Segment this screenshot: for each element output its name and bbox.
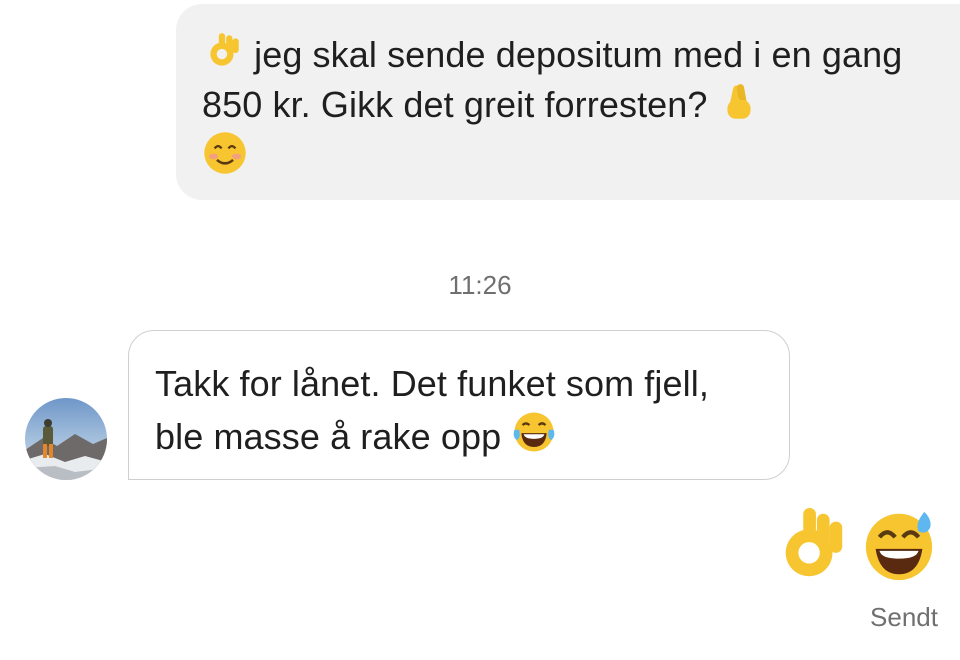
incoming-message-body: Takk for lånet. Det funket som fjell, bl… xyxy=(155,363,709,457)
smiling-face-icon xyxy=(204,132,246,174)
ok-hand-icon xyxy=(210,33,239,66)
incoming-message-bubble[interactable]: Takk for lånet. Det funket som fjell, bl… xyxy=(128,330,790,480)
grinning-sweat-icon xyxy=(865,511,933,581)
outgoing-message-bubble[interactable]: jeg skal sende depositum med i en gang 8… xyxy=(176,4,960,200)
message-timestamp: 11:26 xyxy=(448,270,512,300)
tears-of-joy-icon xyxy=(513,412,555,452)
avatar-photo xyxy=(25,398,107,480)
outgoing-message-body: jeg skal sende depositum med i en gang 8… xyxy=(202,34,903,125)
ok-hand-icon xyxy=(785,507,843,577)
user-avatar[interactable] xyxy=(25,398,107,480)
outgoing-emoji-message[interactable] xyxy=(774,506,938,584)
outgoing-message-text: jeg skal sende depositum med i en gang 8… xyxy=(202,30,930,183)
delivery-status: Sendt xyxy=(870,602,938,632)
crossed-fingers-icon xyxy=(727,84,751,119)
chat-thread: jeg skal sende depositum med i en gang 8… xyxy=(0,0,960,660)
incoming-message-text: Takk for lånet. Det funket som fjell, bl… xyxy=(155,359,765,462)
